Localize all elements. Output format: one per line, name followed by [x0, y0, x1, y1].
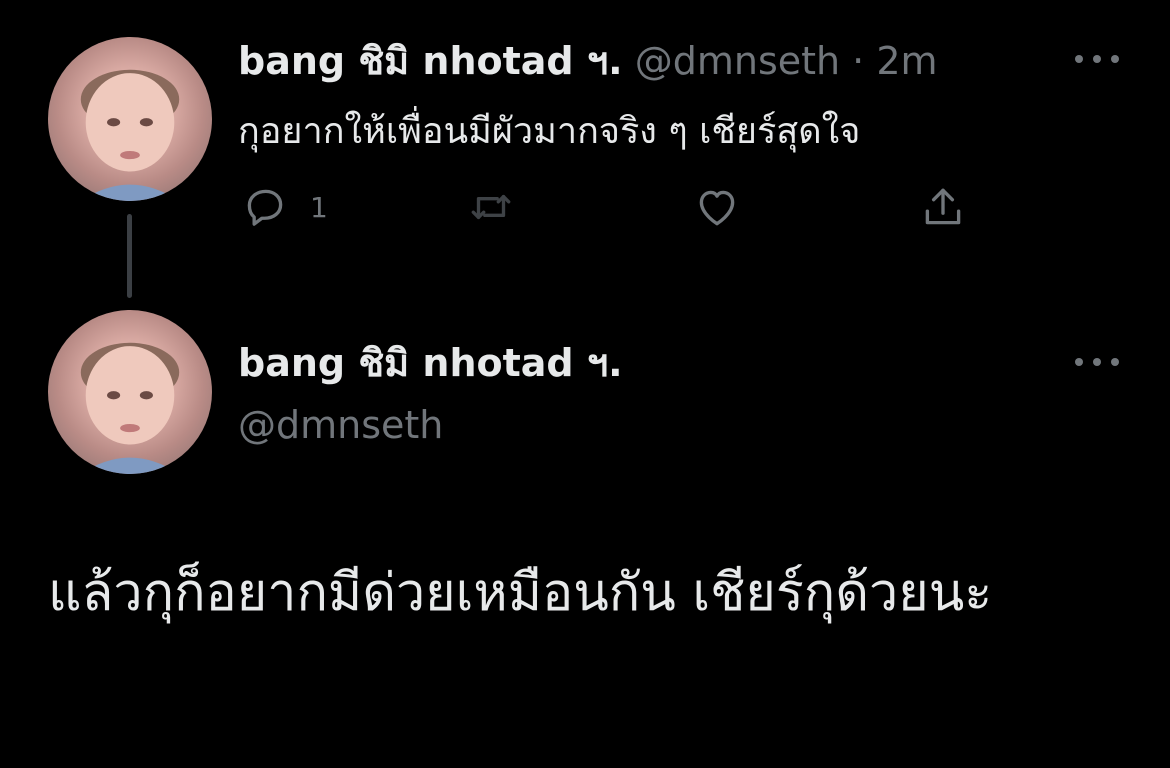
- tweet-actions: 1: [240, 182, 980, 232]
- more-icon[interactable]: [1075, 53, 1119, 65]
- avatar[interactable]: [48, 37, 212, 201]
- tweet-text: แล้วกุก็อยากมีด่วยเหมือนกัน เชียร์กุด้วย…: [48, 563, 993, 623]
- display-name[interactable]: bang ชิมิ nhotad ฯ.: [238, 338, 623, 388]
- reply-count: 1: [310, 190, 328, 224]
- like-button[interactable]: [692, 182, 742, 232]
- handle[interactable]: @dmnseth: [238, 400, 443, 450]
- thread-connector: [127, 214, 132, 298]
- share-icon: [925, 188, 961, 225]
- tweet-text: กุอยากให้เพื่อนมีผัวมากจริง ๆ เชียร์สุดใ…: [238, 111, 861, 152]
- avatar-image: [80, 69, 180, 201]
- retweet-icon: [471, 194, 511, 220]
- retweet-button[interactable]: [466, 182, 516, 232]
- like-icon: [699, 190, 735, 226]
- display-name[interactable]: bang ชิมิ nhotad ฯ.: [238, 39, 623, 83]
- share-button[interactable]: [918, 182, 968, 232]
- more-icon[interactable]: [1075, 356, 1119, 368]
- tweet-header: bang ชิมิ nhotad ฯ. @dmnseth · 2m: [238, 36, 938, 86]
- reply-button[interactable]: 1: [240, 182, 328, 232]
- avatar-image: [80, 342, 180, 474]
- handle-and-time[interactable]: @dmnseth · 2m: [635, 39, 938, 83]
- reply-icon: [247, 189, 283, 226]
- avatar[interactable]: [48, 310, 212, 474]
